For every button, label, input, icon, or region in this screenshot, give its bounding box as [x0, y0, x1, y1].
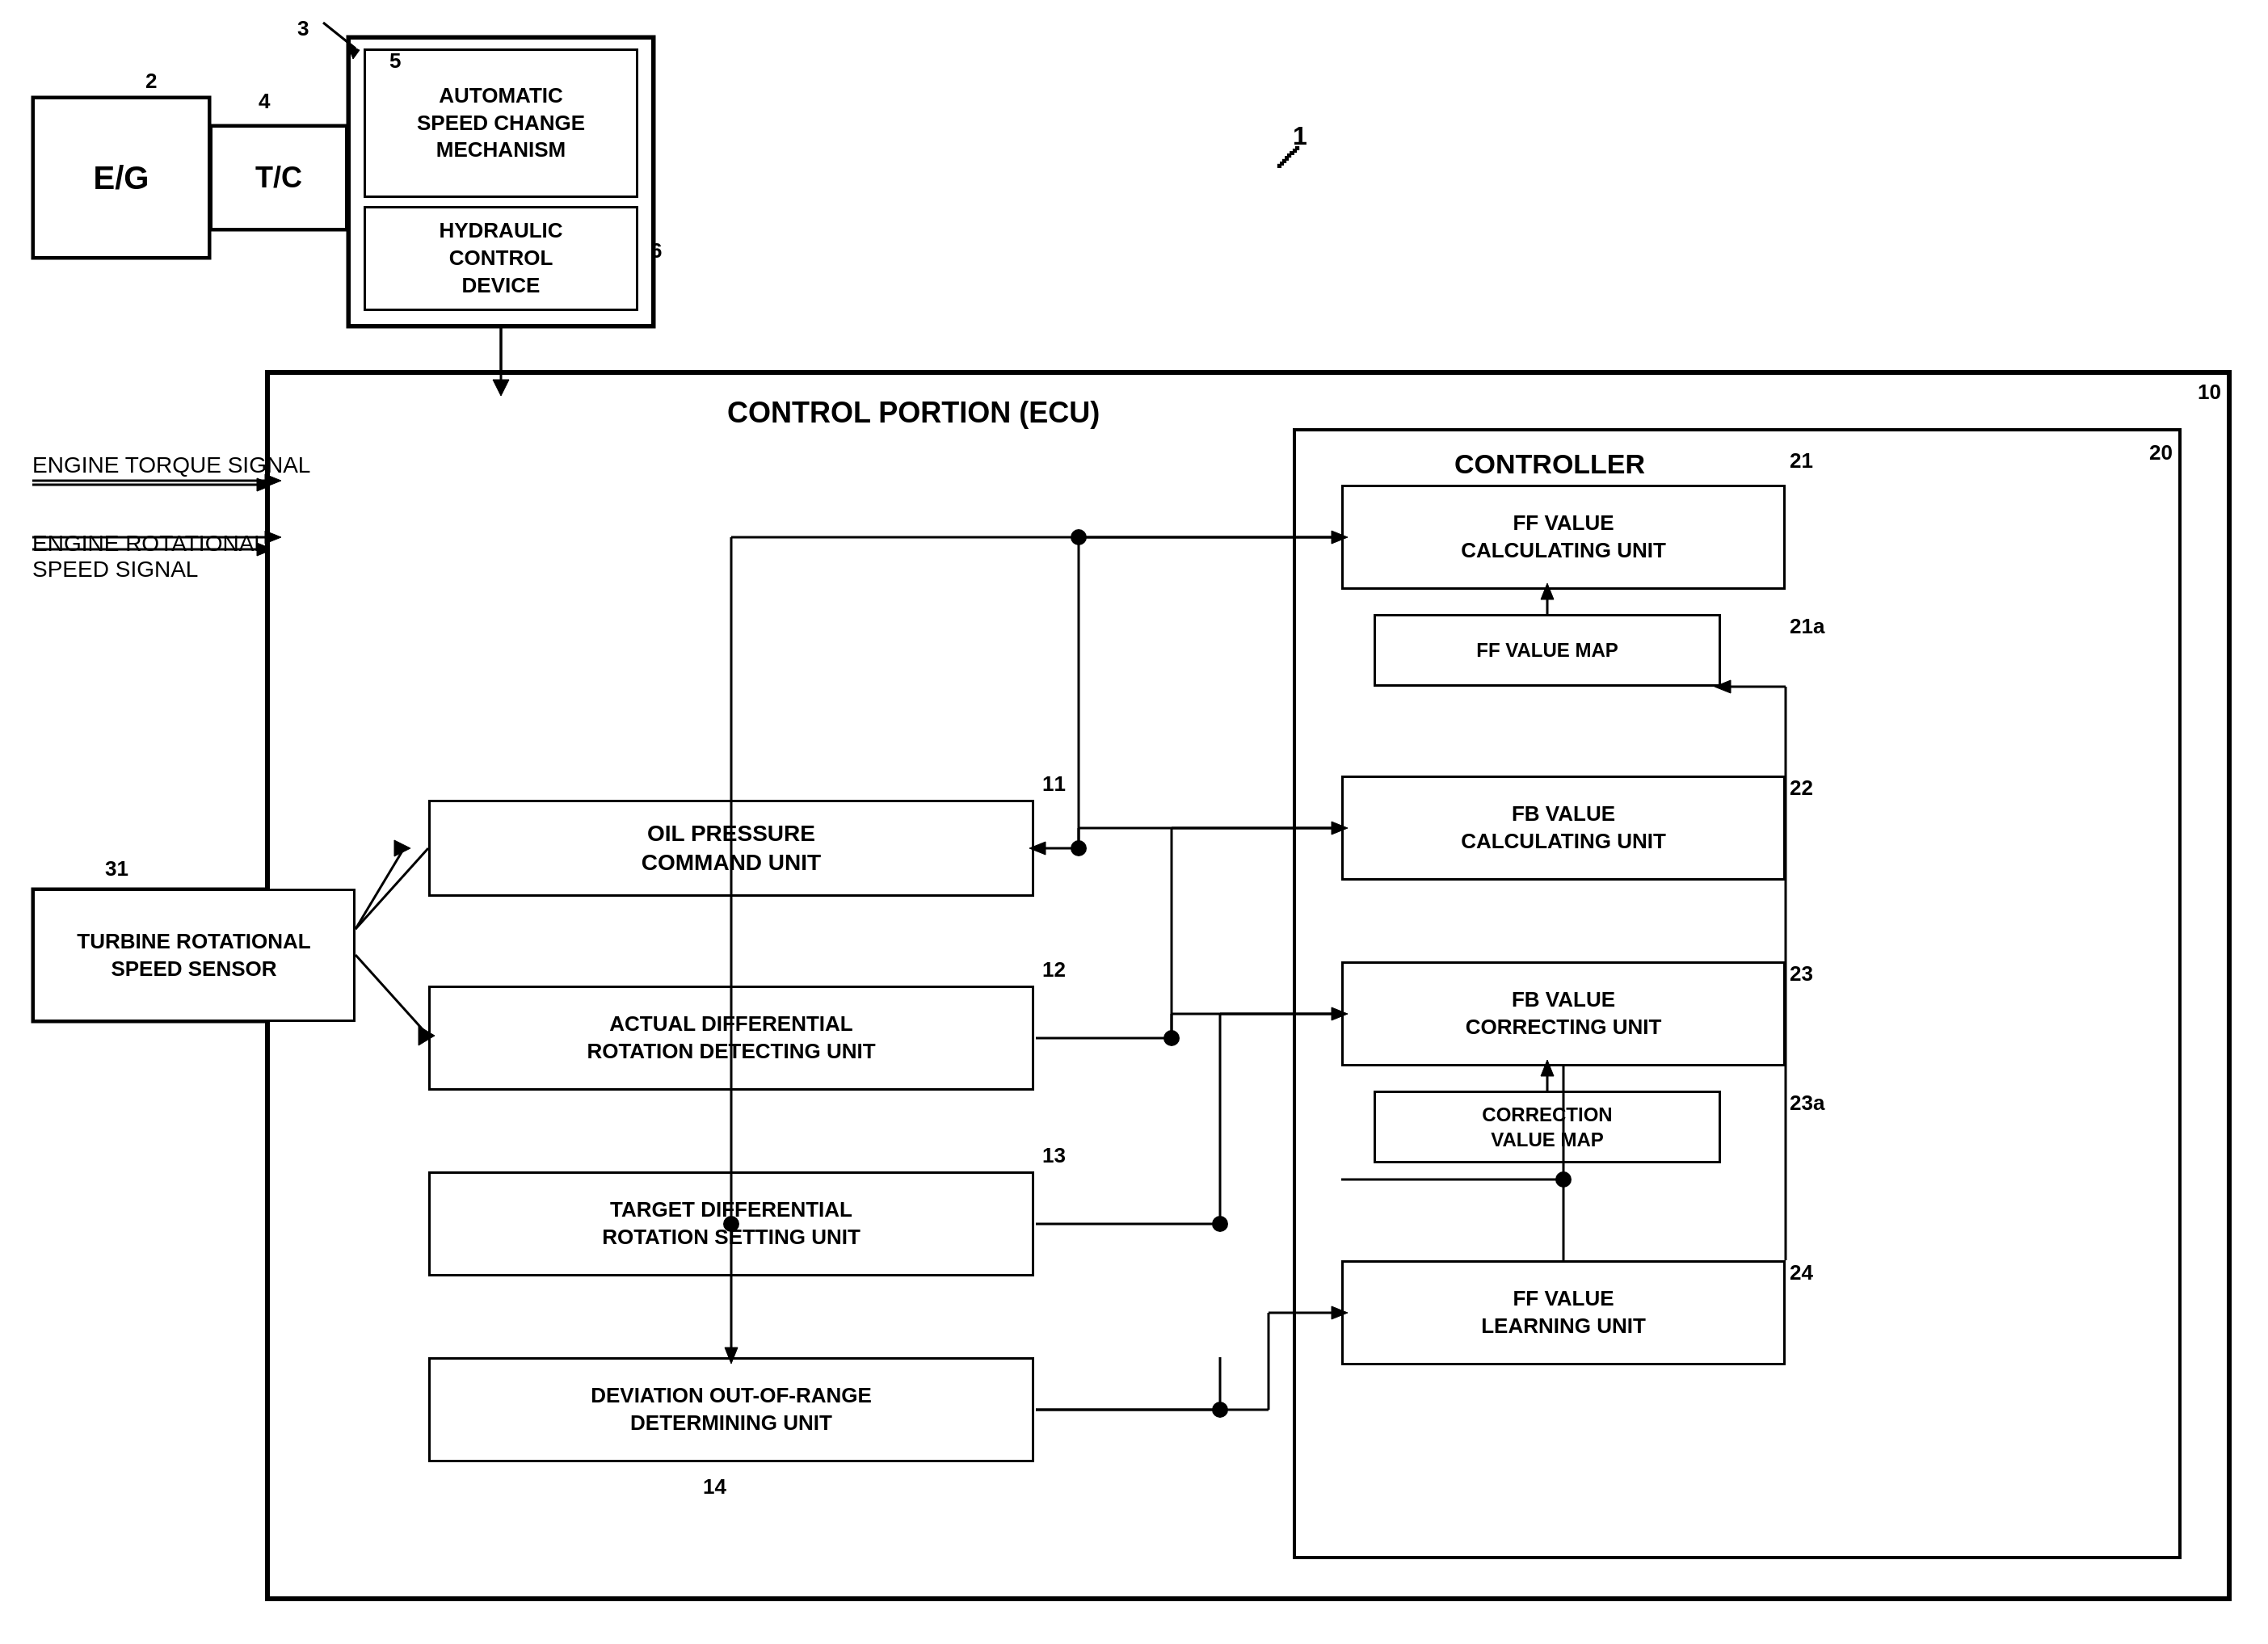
svg-marker-98	[1332, 1306, 1348, 1319]
svg-marker-65	[265, 474, 281, 487]
svg-marker-92	[725, 1348, 738, 1364]
svg-marker-108	[1541, 1060, 1554, 1076]
svg-marker-84	[1332, 822, 1348, 835]
svg-line-71	[356, 848, 404, 929]
svg-marker-106	[1715, 680, 1731, 693]
svg-marker-103	[1541, 583, 1554, 599]
svg-marker-72	[394, 840, 410, 856]
svg-line-120	[323, 23, 356, 48]
svg-marker-76	[1029, 842, 1046, 855]
svg-marker-70	[419, 1026, 435, 1045]
svg-marker-117	[1332, 531, 1348, 544]
svg-line-69	[356, 955, 428, 1036]
svg-marker-67	[265, 531, 281, 544]
svg-marker-63	[493, 380, 509, 396]
svg-line-68	[356, 848, 428, 929]
svg-point-90	[1212, 1216, 1228, 1232]
